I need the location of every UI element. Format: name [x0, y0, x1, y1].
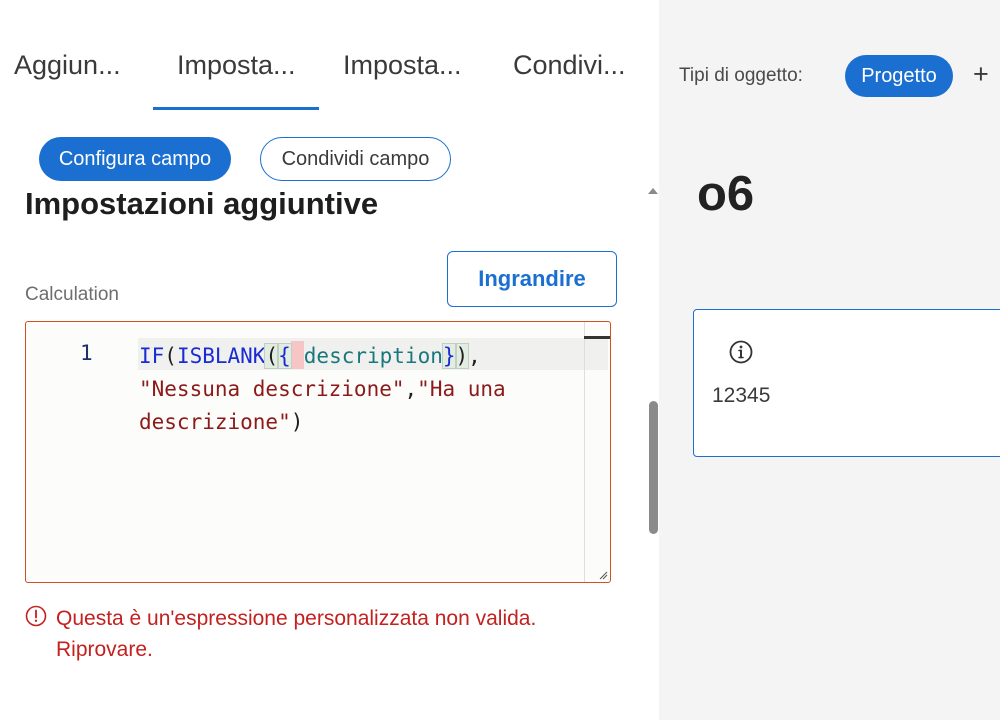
object-type-chip[interactable]: Progetto [845, 55, 953, 97]
overview-ruler [584, 322, 585, 582]
code-token-paren-close: ) [454, 343, 470, 369]
code-token-paren: ( [164, 344, 177, 368]
tab-condividi[interactable]: Condivi... [513, 50, 626, 110]
code-token-string: "Nessuna descrizione" [139, 377, 405, 401]
active-tab-indicator [153, 107, 319, 110]
code-token-string: descrizione" [139, 410, 291, 434]
configure-field-button[interactable]: Configura campo [39, 137, 231, 181]
code-token-paren: ) [290, 410, 304, 434]
tab-aggiungi[interactable]: Aggiun... [14, 50, 121, 110]
code-text[interactable]: IF(ISBLANK({description}), "Nessuna descr… [139, 340, 584, 439]
line-number: 1 [80, 341, 93, 365]
code-token-comma: , [404, 377, 418, 401]
tab-impostazioni-active[interactable]: Imposta... [177, 50, 296, 110]
section-title: Impostazioni aggiuntive [25, 186, 379, 221]
code-token-isblank: ISBLANK [176, 344, 266, 368]
tab-impostazioni-2[interactable]: Imposta... [343, 50, 462, 110]
code-token-paren-matched: ( [264, 343, 280, 369]
plus-icon[interactable]: + [973, 61, 989, 88]
caret-up-icon[interactable] [648, 188, 658, 194]
code-token-brace-close: } [441, 343, 457, 369]
resize-grip-icon[interactable] [599, 571, 608, 580]
error-circle-icon [25, 605, 47, 627]
object-types-label: Tipi di oggetto: [679, 65, 803, 86]
overview-ruler-mark [584, 336, 610, 339]
preview-panel: Tipi di oggetto: Progetto + o6 12345 [659, 0, 1000, 720]
scrollbar-thumb[interactable] [649, 401, 658, 534]
settings-tabs: Aggiun... Imposta... Imposta... Condivi.… [0, 40, 640, 112]
calculation-label: Calculation [25, 284, 119, 305]
code-token-string: "Ha una [417, 377, 506, 401]
info-icon[interactable] [728, 339, 754, 365]
code-token-if: IF [139, 344, 165, 368]
calculation-editor[interactable]: 1 IF(ISBLANK({description}), "Nessuna des… [25, 321, 611, 583]
preview-title: o6 [697, 167, 755, 221]
error-message: Questa è un'espressione personalizzata n… [56, 607, 537, 661]
code-token-brace-matched: { [277, 343, 292, 369]
field-settings-panel: Aggiun... Imposta... Imposta... Condivi.… [0, 0, 658, 720]
expand-button[interactable]: Ingrandire [447, 251, 617, 307]
code-token-comma: , [468, 344, 481, 368]
code-token-field: description [303, 344, 443, 368]
validation-error: Questa è un'espressione personalizzata n… [25, 603, 625, 665]
share-field-button[interactable]: Condividi campo [260, 137, 451, 181]
card-value: 12345 [712, 384, 771, 407]
preview-card: 12345 [693, 309, 1000, 457]
syntax-error-marker [290, 341, 304, 369]
